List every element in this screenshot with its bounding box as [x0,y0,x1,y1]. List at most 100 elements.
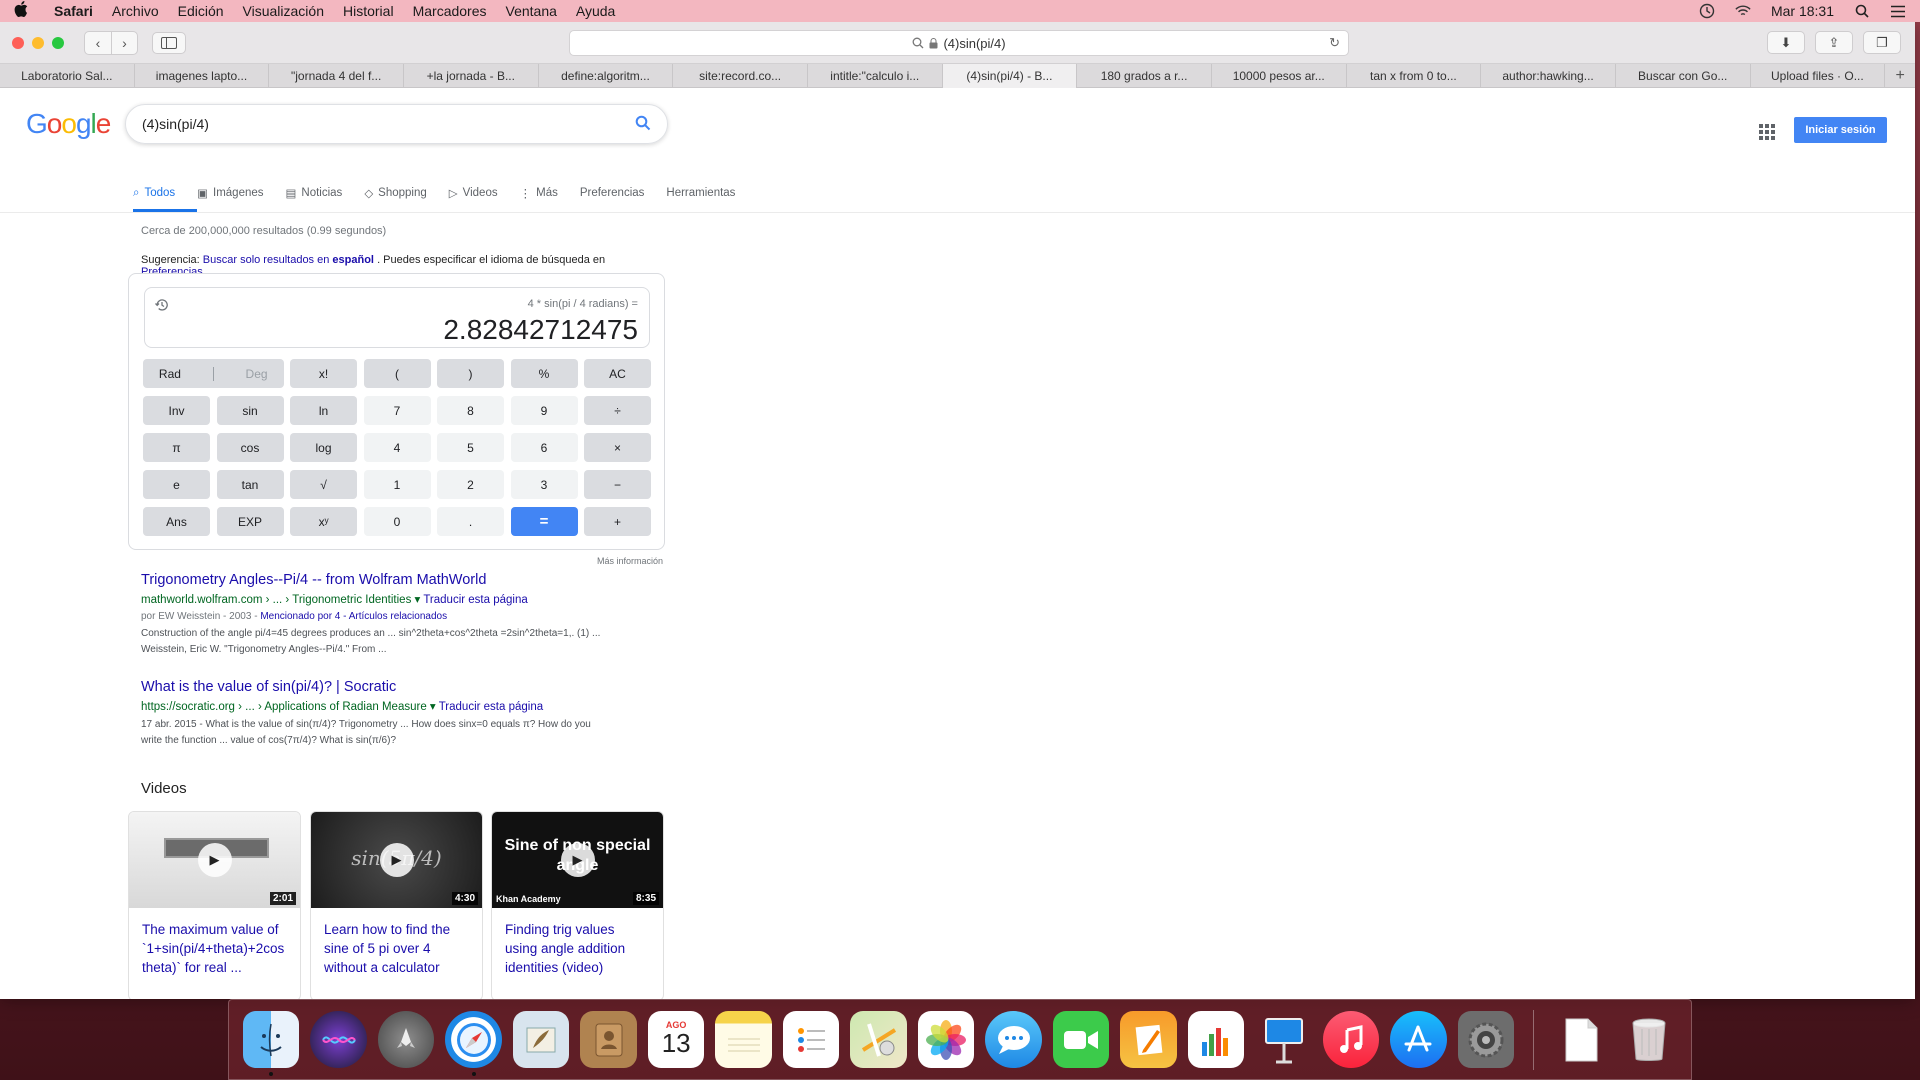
translate-link[interactable]: Traducir esta página [423,594,527,606]
calc-key-close-paren[interactable]: ) [437,359,504,388]
reload-icon[interactable]: ↻ [1329,35,1340,51]
calc-key-plus[interactable]: + [584,507,651,536]
history-icon[interactable] [155,298,169,315]
menu-ayuda[interactable]: Ayuda [576,3,615,19]
numbers-icon[interactable] [1187,1011,1245,1068]
menu-edicion[interactable]: Edición [178,3,224,19]
menu-ventana[interactable]: Ventana [506,3,557,19]
spanish-link[interactable]: español [332,254,374,266]
caret-down-icon[interactable]: ▾ [415,594,421,606]
trash-icon[interactable] [1621,1011,1677,1068]
browser-tab[interactable]: Buscar con Go... [1616,64,1751,88]
calc-key-pi[interactable]: π [143,433,210,462]
rad-deg-toggle[interactable]: Rad Deg [143,359,284,388]
share-button[interactable]: ⇪ [1815,31,1853,54]
caret-down-icon[interactable]: ▾ [430,701,436,713]
browser-tab[interactable]: author:hawking... [1481,64,1616,88]
launchpad-icon[interactable] [377,1011,435,1068]
maps-icon[interactable] [850,1011,907,1068]
tab-noticias[interactable]: ▤ Noticias [286,182,343,204]
browser-tab[interactable]: intitle:"calculo i... [808,64,943,88]
video-thumbnail[interactable]: ▶ 2:01 [129,812,300,908]
calc-key-1[interactable]: 1 [363,470,431,499]
close-window-button[interactable] [12,36,24,49]
google-logo[interactable]: Google [26,108,111,140]
tab-shopping[interactable]: ◇ Shopping [364,182,426,204]
video-card[interactable]: ▶ 2:01 The maximum value of `1+sin(pi/4+… [128,811,301,999]
time-machine-icon[interactable] [1699,3,1715,19]
more-info-link[interactable]: Más información [597,556,663,566]
result-title-link[interactable]: Trigonometry Angles--Pi/4 -- from Wolfra… [141,572,671,588]
calc-key-decimal[interactable]: . [437,507,504,536]
spotlight-icon[interactable] [1854,3,1870,19]
cited-by-link[interactable]: Mencionado por 4 - Artículos relacionado… [260,611,447,622]
play-icon[interactable]: ▶ [197,843,232,877]
calc-key-9[interactable]: 9 [510,396,578,425]
calc-key-percent[interactable]: % [510,359,578,388]
calc-key-8[interactable]: 8 [437,396,504,425]
tab-videos[interactable]: ▷ Videos [449,182,498,204]
tab-overview-button[interactable]: ❐ [1863,31,1901,54]
calc-key-e[interactable]: e [143,470,210,499]
menu-marcadores[interactable]: Marcadores [413,3,487,19]
calc-key-tan[interactable]: tan [216,470,284,499]
menu-visualizacion[interactable]: Visualización [243,3,324,19]
browser-tab[interactable]: 10000 pesos ar... [1212,64,1347,88]
calc-key-divide[interactable]: ÷ [584,396,651,425]
calc-key-2[interactable]: 2 [437,470,504,499]
calc-key-5[interactable]: 5 [437,433,504,462]
search-icon[interactable] [635,115,651,134]
search-box[interactable]: (4)sin(pi/4) [125,104,668,144]
safari-icon[interactable] [445,1011,502,1076]
downloads-button[interactable]: ⬇ [1767,31,1805,54]
play-icon[interactable]: ▶ [379,843,414,877]
facetime-icon[interactable] [1052,1011,1110,1068]
menu-historial[interactable]: Historial [343,3,394,19]
calc-key-minus[interactable]: − [584,470,651,499]
calc-key-ans[interactable]: Ans [143,507,210,536]
keynote-icon[interactable] [1255,1011,1311,1068]
calc-key-6[interactable]: 6 [510,433,578,462]
tab-herramientas[interactable]: Herramientas [666,182,735,204]
play-icon[interactable]: ▶ [560,843,595,877]
browser-tab[interactable]: 180 grados a r... [1077,64,1212,88]
messages-icon[interactable] [985,1011,1042,1068]
calc-key-equals[interactable]: = [510,507,578,536]
wifi-icon[interactable] [1735,3,1751,19]
result-url[interactable]: https://socratic.org › ... › Application… [141,701,427,713]
video-title-link[interactable]: Learn how to find the sine of 5 pi over … [311,908,482,989]
calc-key-sin[interactable]: sin [216,396,284,425]
calc-key-multiply[interactable]: × [584,433,651,462]
itunes-icon[interactable] [1322,1011,1380,1068]
rad-option[interactable]: Rad [159,367,181,381]
siri-icon[interactable] [310,1011,367,1068]
menubar-clock[interactable]: Mar 18:31 [1771,3,1834,19]
video-title-link[interactable]: Finding trig values using angle addition… [492,908,663,989]
calc-key-clear[interactable]: AC [584,359,651,388]
video-thumbnail[interactable]: sin(5π/4) ▶ 4:30 [311,812,482,908]
browser-tab[interactable]: imagenes lapto... [135,64,270,88]
zoom-window-button[interactable] [52,36,64,49]
translate-link[interactable]: Traducir esta página [439,701,543,713]
calc-key-0[interactable]: 0 [363,507,431,536]
menu-app-name[interactable]: Safari [54,3,93,19]
mail-icon[interactable] [512,1011,570,1068]
calc-key-power[interactable]: xʸ [290,507,357,536]
calc-key-4[interactable]: 4 [363,433,431,462]
video-title-link[interactable]: The maximum value of `1+sin(pi/4+theta)+… [129,908,300,989]
browser-tab[interactable]: site:record.co... [673,64,808,88]
deg-option[interactable]: Deg [246,367,268,381]
app-store-icon[interactable] [1390,1011,1447,1068]
browser-tab[interactable]: define:algoritm... [539,64,674,88]
browser-tab-active[interactable]: (4)sin(pi/4) - B... [942,64,1078,88]
sidebar-toggle-button[interactable] [152,31,186,54]
calc-key-factorial[interactable]: x! [290,359,357,388]
search-input[interactable]: (4)sin(pi/4) [142,116,209,132]
browser-tab[interactable]: +la jornada - B... [404,64,539,88]
pages-icon[interactable] [1120,1011,1177,1068]
calc-key-open-paren[interactable]: ( [363,359,431,388]
tab-imagenes[interactable]: ▣ Imágenes [197,182,263,204]
new-tab-button[interactable]: + [1885,64,1915,88]
notes-icon[interactable] [715,1011,772,1068]
calc-key-cos[interactable]: cos [216,433,284,462]
